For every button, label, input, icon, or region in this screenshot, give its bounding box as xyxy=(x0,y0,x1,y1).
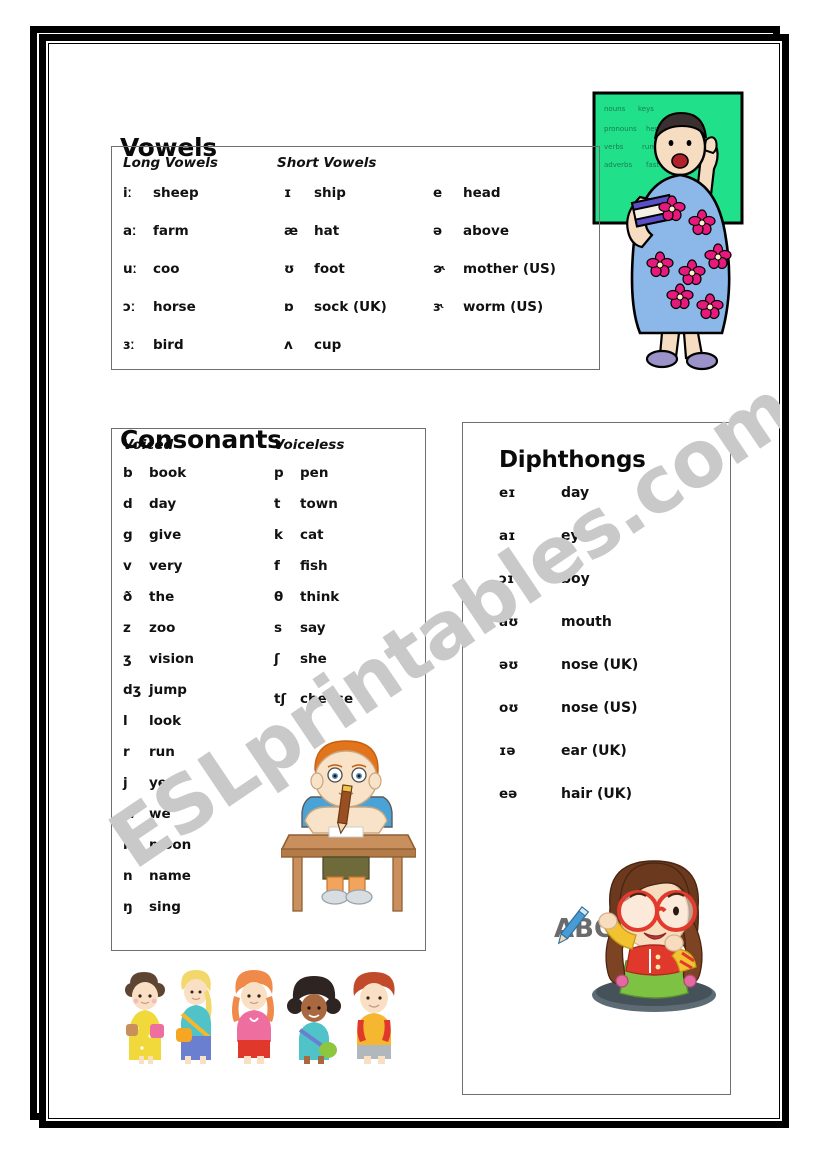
svg-text:run: run xyxy=(642,143,654,151)
example-word: day xyxy=(561,485,590,501)
diphthong-entry: aʊ mouth xyxy=(499,614,612,630)
vowels-table-box xyxy=(111,146,600,370)
svg-text:fast: fast xyxy=(646,161,659,169)
svg-text:keys: keys xyxy=(638,105,654,113)
phonetic-symbol: ɔɪ xyxy=(499,571,515,587)
example-word: nose (UK) xyxy=(561,657,639,673)
phonetic-symbol: əʊ xyxy=(499,657,519,673)
phonetic-symbol: aʊ xyxy=(499,614,519,630)
phonetic-symbol: eə xyxy=(499,786,518,802)
example-word: ear (UK) xyxy=(561,743,627,759)
example-word: eye xyxy=(561,528,590,544)
phonetic-symbol: eɪ xyxy=(499,485,516,501)
example-word: nose (US) xyxy=(561,700,638,716)
phonetic-symbol: ɪə xyxy=(499,743,516,759)
svg-text:pronouns: pronouns xyxy=(604,125,637,133)
example-word: hair (UK) xyxy=(561,786,633,802)
svg-text:verbs: verbs xyxy=(604,143,624,151)
diphthong-entry: ɔɪ boy xyxy=(499,571,590,587)
phonetic-symbol: aɪ xyxy=(499,528,516,544)
svg-text:adverbs: adverbs xyxy=(604,161,633,169)
diphthong-entry: əʊ nose (UK) xyxy=(499,657,638,673)
five-children-with-backpacks-illustration xyxy=(120,968,410,1064)
diphthong-entry: ɪə ear (UK) xyxy=(499,743,627,759)
example-word: mouth xyxy=(561,614,612,630)
phonetic-symbol: oʊ xyxy=(499,700,519,716)
diphthong-entry: eɪ day xyxy=(499,485,589,501)
diphthongs-section-title: Diphthongs xyxy=(499,447,646,473)
diphthong-entry: aɪ eye xyxy=(499,528,589,544)
consonants-table-box xyxy=(111,428,426,951)
svg-text:nouns: nouns xyxy=(604,105,626,113)
example-word: boy xyxy=(561,571,590,587)
teacher-at-blackboard-illustration: nouns keys pronouns hers verbs run adverbs f… xyxy=(576,85,756,375)
diphthongs-table-box: Diphthongs eɪ day aɪ eye ɔɪ boy aʊ mouth… xyxy=(462,422,731,1095)
diphthong-entry: eə hair (UK) xyxy=(499,786,632,802)
diphthong-entry: oʊ nose (US) xyxy=(499,700,638,716)
worksheet-sheet: nouns keys pronouns hers verbs run adverbs f… xyxy=(48,43,780,1119)
